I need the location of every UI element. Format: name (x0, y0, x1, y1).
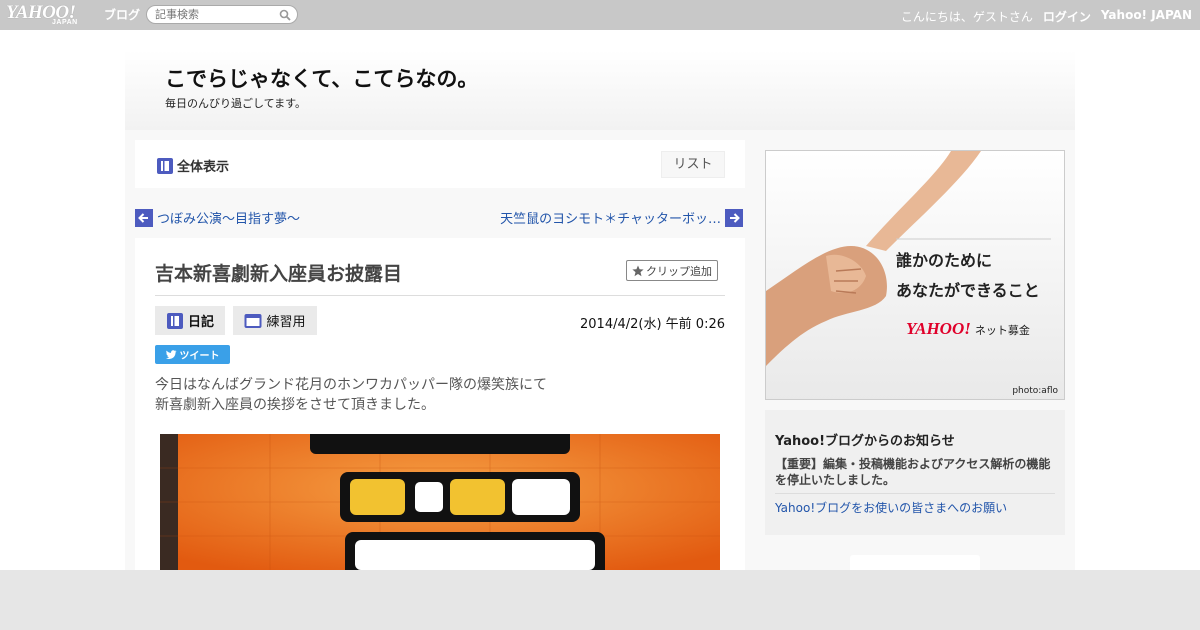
tweet-label: ツイート (179, 351, 220, 362)
clip-add-label: クリップ追加 (646, 264, 712, 278)
charity-ad-banner[interactable]: 誰かのために あなたができること YAHOO! ネット募金 photo:aflo (765, 150, 1065, 400)
article-toolbar: 全体表示 リスト (135, 140, 745, 188)
arrow-left-icon (135, 208, 153, 227)
ad-service-name: ネット募金 (974, 324, 1030, 337)
ad-logo: YAHOO! ネット募金 (906, 319, 1030, 339)
body-line: 今日はなんばグランド花月のホンワカパッパー隊の爆笑族にて (155, 377, 547, 393)
clip-add-button[interactable]: クリップ追加 (626, 260, 718, 281)
arrow-right-icon (725, 208, 743, 227)
twitter-bird-icon (165, 350, 176, 359)
title-divider (155, 295, 725, 296)
book-icon (157, 157, 173, 174)
article-navigation: つぼみ公演～目指す夢～ 天竺鼠のヨシモト＊チャッターボッ… (135, 208, 745, 228)
tweet-button[interactable]: ツイート (155, 345, 230, 364)
ad-logo-text: YAHOO! (906, 319, 971, 338)
folder-label: 練習用 (266, 315, 306, 330)
blog-container: こでらじゃなくて、こてらなの。 毎日のんびり過ごしてます。 全体表示 リスト つ… (125, 50, 1075, 570)
category-tag[interactable]: 日記 (155, 306, 225, 335)
prev-article-link[interactable]: つぼみ公演～目指す夢～ (135, 208, 300, 227)
blog-description: 毎日のんびり過ごしてます。 (165, 97, 307, 110)
blog-news-box: Yahoo!ブログからのお知らせ 【重要】編集・投稿機能およびアクセス解析の機能… (765, 410, 1065, 535)
next-article-link[interactable]: 天竺鼠のヨシモト＊チャッターボッ… (500, 208, 743, 227)
ad-headline: 誰かのために (896, 251, 993, 270)
news-title: Yahoo!ブログからのお知らせ (775, 434, 955, 449)
user-links: こんにちは、ゲストさん ログイン Yahoo! JAPAN (901, 8, 1192, 25)
article-date: 2014/4/2(水) 午前 0:26 (580, 317, 725, 332)
ad-photo-credit: photo:aflo (1012, 386, 1058, 396)
article-photo[interactable] (160, 434, 720, 570)
news-divider (775, 493, 1055, 494)
article: 吉本新喜劇新入座員お披露目 クリップ追加 日記 練習用 2014/4/2(水) … (135, 238, 745, 570)
blog-header: こでらじゃなくて、こてらなの。 毎日のんびり過ごしてます。 (125, 50, 1075, 130)
category-label: 日記 (187, 315, 214, 330)
folder-tag[interactable]: 練習用 (233, 306, 317, 335)
logo-blog: ブログ (104, 8, 141, 22)
yahoo-japan-link[interactable]: Yahoo! JAPAN (1101, 8, 1192, 25)
article-title: 吉本新喜劇新入座員お披露目 (155, 263, 403, 285)
show-all-button[interactable]: 全体表示 (156, 156, 229, 175)
show-all-label: 全体表示 (177, 160, 230, 175)
folder-icon (244, 313, 262, 328)
star-icon (632, 265, 644, 276)
logo-sub: JAPAN (52, 19, 78, 26)
search-icon[interactable] (279, 9, 291, 21)
handshake-illustration (766, 151, 1064, 399)
audition-sign-graphic (160, 434, 720, 570)
prev-article-title: つぼみ公演～目指す夢～ (157, 212, 301, 227)
next-article-title: 天竺鼠のヨシモト＊チャッターボッ… (500, 212, 721, 227)
top-bar: YAHOO! JAPAN ブログ こんにちは、ゲストさん ログイン Yahoo!… (0, 0, 1200, 30)
footer-area (0, 570, 1200, 630)
ad-subheadline: あなたができること (896, 281, 1040, 300)
news-item-request[interactable]: Yahoo!ブログをお使いの皆さまへのお願い (775, 499, 1007, 516)
article-body: 今日はなんばグランド花月のホンワカパッパー隊の爆笑族にて 新喜劇新入座員の挨拶を… (155, 375, 547, 415)
profile-widget (850, 555, 980, 570)
blog-title[interactable]: こでらじゃなくて、こてらなの。 (165, 63, 478, 93)
search-input[interactable] (155, 7, 275, 22)
article-search (146, 5, 298, 24)
news-item-important[interactable]: 【重要】編集・投稿機能およびアクセス解析の機能を停止いたしました。 (775, 456, 1055, 488)
book-icon (166, 312, 183, 329)
page: こでらじゃなくて、こてらなの。 毎日のんびり過ごしてます。 全体表示 リスト つ… (0, 30, 1200, 570)
body-line: 新喜劇新入座員の挨拶をさせて頂きました。 (155, 397, 435, 413)
login-link[interactable]: ログイン (1043, 8, 1091, 25)
greeting-text: こんにちは、ゲストさん (900, 10, 1033, 24)
list-button[interactable]: リスト (661, 151, 725, 178)
